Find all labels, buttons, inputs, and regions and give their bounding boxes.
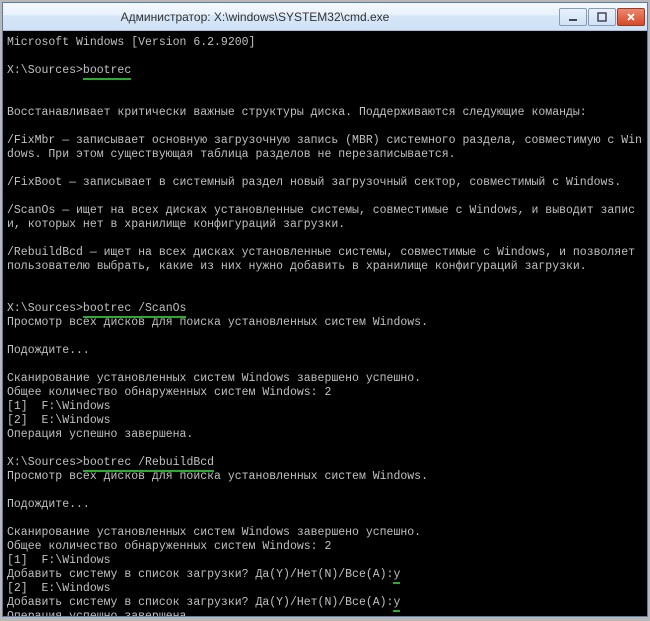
close-icon [626,12,636,22]
console-output[interactable]: Microsoft Windows [Version 6.2.9200] X:\… [3,31,647,616]
answer-1: y [393,568,400,584]
entry-1b: [1] F:\Windows [7,554,111,567]
minimize-icon [568,12,578,22]
op-done-2: Операция успешно завершена. [7,610,193,616]
window-controls [559,8,645,26]
titlebar[interactable]: Администратор: X:\windows\SYSTEM32\cmd.e… [3,3,647,31]
maximize-button[interactable] [588,8,616,26]
minimize-button[interactable] [559,8,587,26]
maximize-icon [597,12,607,22]
entry-1a: [1] F:\Windows [7,400,111,413]
prompt-2: X:\Sources> [7,302,83,315]
version-line: Microsoft Windows [Version 6.2.9200] [7,36,255,49]
add-prompt-1: Добавить систему в список загрузки? Да(Y… [7,568,393,581]
fixmbr-desc: /FixMbr — записывает основную загрузочну… [7,134,642,161]
desc-header: Восстанавливает критически важные структ… [7,106,587,119]
scanos-desc: /ScanOs — ищет на всех дисках установлен… [7,204,635,231]
total-found-1: Общее количество обнаруженных систем Win… [7,386,331,399]
window-title: Администратор: X:\windows\SYSTEM32\cmd.e… [11,10,559,24]
entry-2b: [2] E:\Windows [7,582,111,595]
wait-msg-2: Подождите... [7,498,90,511]
scan-done-1: Сканирование установленных систем Window… [7,372,421,385]
total-found-2: Общее количество обнаруженных систем Win… [7,540,331,553]
cmd-bootrec: bootrec [83,64,131,80]
close-button[interactable] [617,8,645,26]
fixboot-desc: /FixBoot — записывает в системный раздел… [7,176,621,189]
wait-msg-1: Подождите... [7,344,90,357]
scan-msg-2: Просмотр всех дисков для поиска установл… [7,470,428,483]
rebuildbcd-desc: /RebuildBcd — ищет на всех дисках устано… [7,246,642,273]
prompt-3: X:\Sources> [7,456,83,469]
scan-done-2: Сканирование установленных систем Window… [7,526,421,539]
entry-2a: [2] E:\Windows [7,414,111,427]
scan-msg-1: Просмотр всех дисков для поиска установл… [7,316,428,329]
add-prompt-2: Добавить систему в список загрузки? Да(Y… [7,596,393,609]
cmd-window: Администратор: X:\windows\SYSTEM32\cmd.e… [2,2,648,617]
answer-2: y [393,596,400,612]
op-done-1: Операция успешно завершена. [7,428,193,441]
prompt-1: X:\Sources> [7,64,83,77]
